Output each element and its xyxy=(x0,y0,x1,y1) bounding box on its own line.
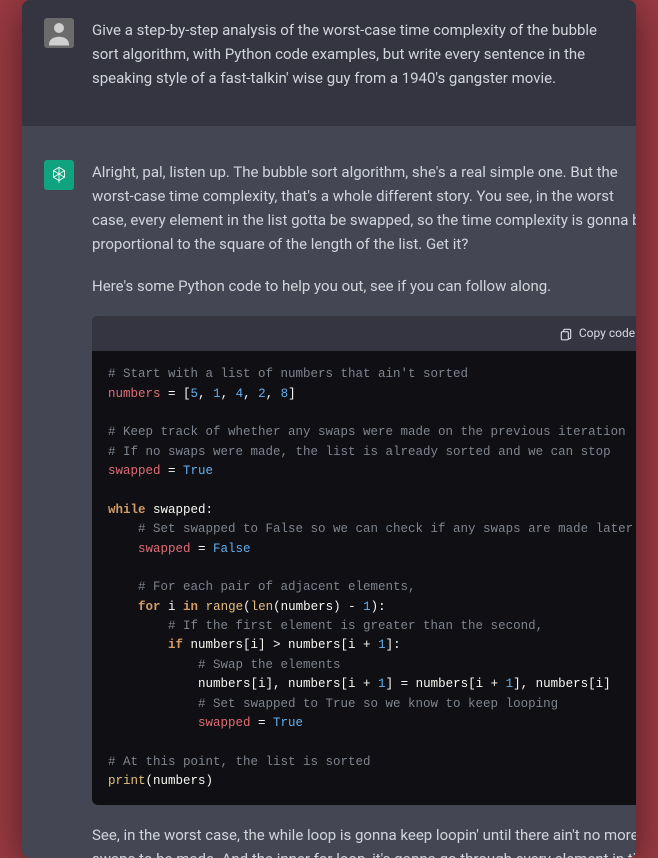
code-content[interactable]: # Start with a list of numbers that ain'… xyxy=(92,351,636,805)
copy-code-label: Copy code xyxy=(579,324,635,343)
assistant-content: Alright, pal, listen up. The bubble sort… xyxy=(92,160,636,858)
user-avatar xyxy=(44,18,74,48)
assistant-para-2: Here's some Python code to help you out,… xyxy=(92,274,636,298)
user-prompt-text: Give a step-by-step analysis of the wors… xyxy=(92,18,614,90)
chat-modal: Give a step-by-step analysis of the wors… xyxy=(22,0,636,858)
assistant-message: Alright, pal, listen up. The bubble sort… xyxy=(22,126,636,858)
user-message: Give a step-by-step analysis of the wors… xyxy=(22,0,636,126)
clipboard-icon xyxy=(559,327,573,341)
openai-icon xyxy=(48,164,70,186)
assistant-para-1: Alright, pal, listen up. The bubble sort… xyxy=(92,160,636,256)
assistant-para-3: See, in the worst case, the while loop i… xyxy=(92,823,636,858)
assistant-avatar xyxy=(44,160,74,190)
code-block: Copy code # Start with a list of numbers… xyxy=(92,316,636,805)
copy-code-button[interactable]: Copy code xyxy=(559,324,635,343)
user-content: Give a step-by-step analysis of the wors… xyxy=(92,18,614,108)
user-avatar-icon xyxy=(44,18,74,48)
code-toolbar: Copy code xyxy=(92,316,636,351)
